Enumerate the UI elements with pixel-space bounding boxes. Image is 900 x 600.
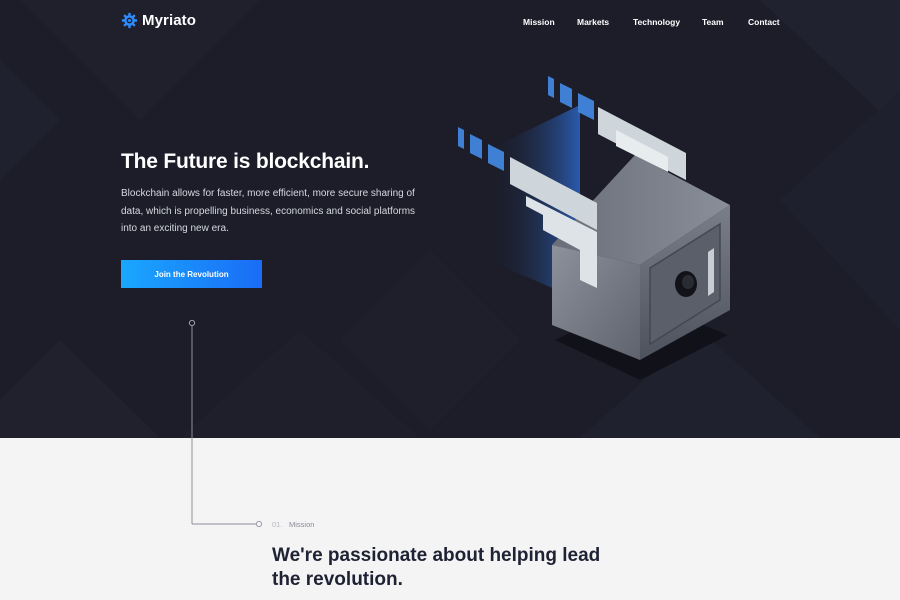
nav-item-team[interactable]: Team: [702, 17, 724, 27]
section-label: Mission: [289, 520, 315, 529]
top-navigation: Myriato Mission Markets Technology Team …: [0, 0, 900, 44]
nav-item-contact[interactable]: Contact: [748, 17, 780, 27]
winged-safe-icon: [458, 76, 730, 380]
section-number: 01.: [272, 520, 283, 529]
nav-item-technology[interactable]: Technology: [633, 17, 680, 27]
hero-description: Blockchain allows for faster, more effic…: [121, 188, 416, 234]
gear-icon: [121, 12, 138, 29]
section-title: We're passionate about helping lead the …: [272, 545, 601, 590]
brand-logo[interactable]: Myriato: [121, 12, 196, 29]
hero-section: Myriato Mission Markets Technology Team …: [0, 0, 900, 438]
hero-title: The Future is blockchain.: [121, 150, 370, 173]
brand-name: Myriato: [142, 12, 197, 29]
nav-item-markets[interactable]: Markets: [577, 17, 609, 27]
join-revolution-button[interactable]: Join the Revolution: [121, 260, 262, 288]
nav-item-mission[interactable]: Mission: [523, 17, 555, 27]
